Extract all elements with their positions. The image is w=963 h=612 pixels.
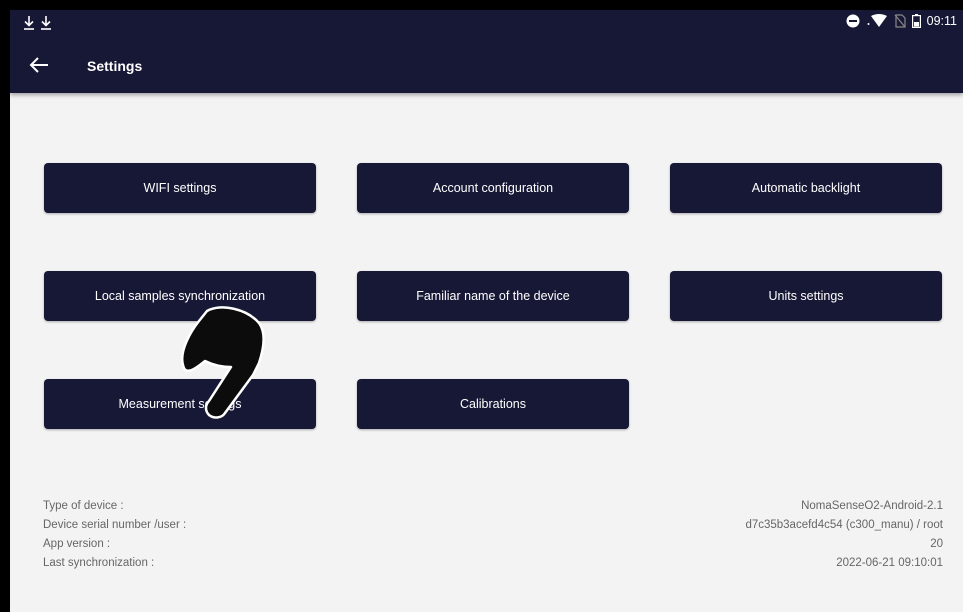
device-type-label: Type of device : (43, 500, 124, 512)
do-not-disturb-icon (846, 14, 860, 28)
last-sync-label: Last synchronization : (43, 557, 155, 569)
automatic-backlight-button[interactable]: Automatic backlight (670, 163, 942, 213)
no-sim-icon (894, 14, 906, 28)
last-sync-value: 2022-06-21 09:10:01 (836, 557, 943, 569)
arrow-left-icon[interactable] (28, 54, 50, 76)
calibrations-button[interactable]: Calibrations (357, 379, 629, 429)
familiar-name-button[interactable]: Familiar name of the device (357, 271, 629, 321)
wifi-icon (867, 14, 887, 27)
info-row-last-sync: Last synchronization : 2022-06-21 09:10:… (43, 557, 943, 576)
app-bar: 09:11 Settings (10, 10, 963, 93)
settings-screen: 09:11 Settings WIFI settings Account con… (10, 10, 963, 612)
device-info: Type of device : NomaSenseO2-Android-2.1… (43, 500, 943, 576)
wifi-settings-button[interactable]: WIFI settings (44, 163, 316, 213)
battery-icon (911, 14, 921, 28)
units-settings-button[interactable]: Units settings (670, 271, 942, 321)
local-samples-sync-button[interactable]: Local samples synchronization (44, 271, 316, 321)
device-type-value: NomaSenseO2-Android-2.1 (801, 500, 943, 512)
serial-value: d7c35b3acefd4c54 (c300_manu) / root (745, 519, 943, 531)
account-configuration-button[interactable]: Account configuration (357, 163, 629, 213)
measurement-settings-button[interactable]: Measurement settings (44, 379, 316, 429)
info-row-type: Type of device : NomaSenseO2-Android-2.1 (43, 500, 943, 519)
info-row-app-version: App version : 20 (43, 538, 943, 557)
download-icon (41, 16, 51, 30)
serial-label: Device serial number /user : (43, 519, 187, 531)
info-row-serial: Device serial number /user : d7c35b3acef… (43, 519, 943, 538)
download-icon (24, 16, 34, 30)
status-bar: 09:11 (10, 10, 963, 38)
status-icons: 09:11 (846, 14, 957, 28)
clock: 09:11 (926, 14, 957, 28)
page-title: Settings (87, 58, 143, 74)
app-version-label: App version : (43, 538, 111, 550)
app-version-value: 20 (930, 538, 943, 550)
